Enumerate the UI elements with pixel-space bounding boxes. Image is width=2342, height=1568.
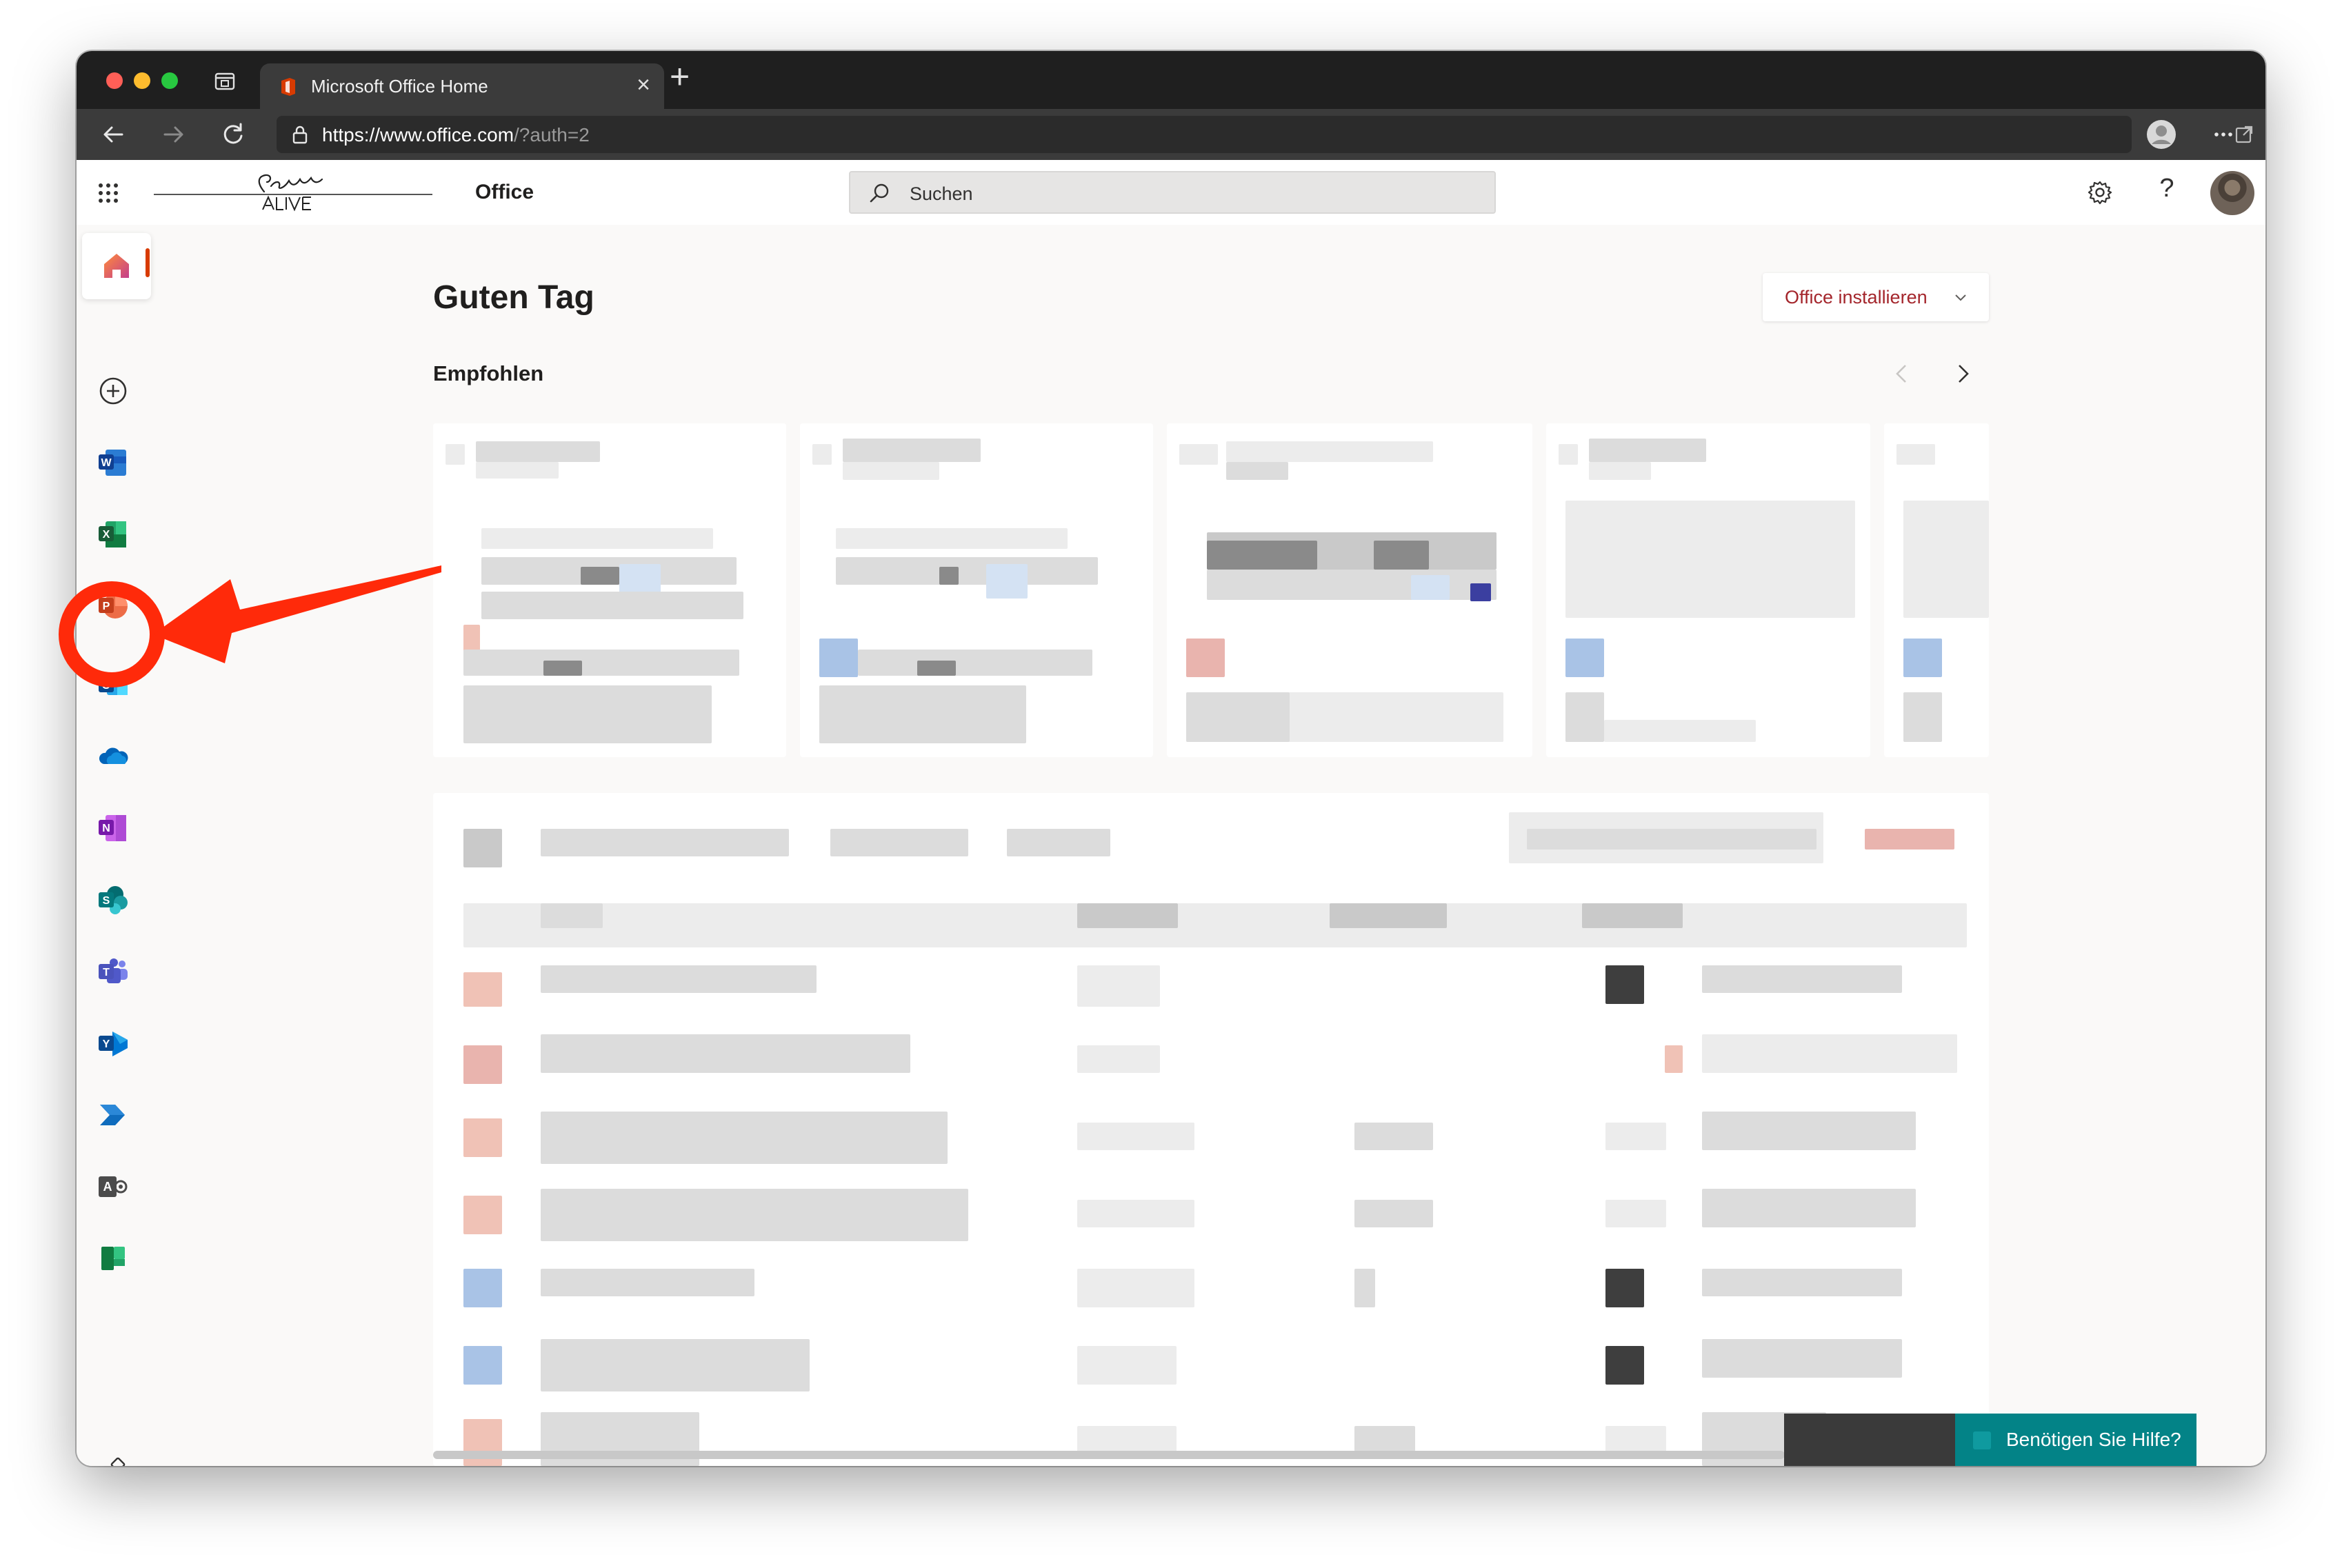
address-bar[interactable]: https://www.office.com/?auth=2 [277, 116, 2253, 153]
profile-icon[interactable] [2145, 119, 2177, 150]
close-window-button[interactable] [106, 72, 123, 89]
horizontal-scrollbar[interactable] [433, 1451, 1785, 1459]
recommended-card[interactable] [1546, 423, 1870, 757]
onenote-icon[interactable]: N [97, 812, 129, 844]
sharepoint-icon[interactable]: S [97, 884, 129, 916]
powerpoint-icon[interactable]: P [97, 590, 129, 622]
table-row[interactable] [433, 1332, 1989, 1401]
chevron-left-icon[interactable] [1890, 360, 1915, 388]
admin-icon[interactable]: A [97, 1171, 129, 1203]
tab-title: Microsoft Office Home [311, 76, 488, 97]
app-rail: W X P O N S T Y A [77, 225, 159, 1466]
need-help-button[interactable]: Benötigen Sie Hilfe? [1955, 1414, 2196, 1466]
office-favicon-icon [281, 78, 295, 96]
svg-text:S: S [103, 895, 110, 907]
planner-icon[interactable] [97, 1243, 129, 1274]
search-placeholder: Suchen [910, 183, 973, 204]
recommended-card[interactable] [800, 423, 1153, 757]
table-row[interactable] [433, 958, 1989, 1027]
create-icon[interactable] [97, 375, 129, 407]
greeting-title: Guten Tag [433, 279, 594, 316]
table-row[interactable] [433, 1259, 1989, 1328]
chat-icon [1973, 1431, 1991, 1449]
tab-actions-icon[interactable] [214, 70, 236, 92]
back-icon[interactable] [97, 119, 129, 150]
reload-icon[interactable] [217, 119, 249, 150]
app-launcher-icon[interactable] [97, 182, 119, 204]
active-indicator [146, 248, 150, 277]
onedrive-icon[interactable] [97, 741, 129, 772]
table-row[interactable] [433, 1032, 1989, 1100]
svg-text:N: N [102, 823, 110, 834]
table-row[interactable] [433, 1105, 1989, 1174]
recommended-card[interactable] [1884, 423, 1989, 757]
settings-gear-icon[interactable] [2085, 178, 2114, 207]
recommended-card[interactable] [1167, 423, 1532, 757]
office-brand-title[interactable]: Office [475, 181, 534, 204]
excel-icon[interactable]: X [97, 519, 129, 550]
install-office-button[interactable]: Office installieren [1763, 273, 1989, 321]
install-office-label: Office installieren [1785, 287, 1928, 308]
svg-text:X: X [103, 529, 110, 541]
new-tab-icon[interactable]: + [670, 59, 690, 94]
browser-toolbar: https://www.office.com/?auth=2 [77, 109, 2265, 160]
outlook-icon[interactable]: O [97, 669, 129, 701]
maximize-window-button[interactable] [161, 72, 178, 89]
chevron-down-icon [1955, 294, 1966, 301]
recommended-title: Empfohlen [433, 361, 544, 385]
svg-text:P: P [103, 601, 110, 612]
rail-home-button[interactable] [82, 233, 151, 299]
teams-icon[interactable]: T [97, 956, 129, 987]
browser-window: Microsoft Office Home × + https://www.of… [77, 51, 2265, 1466]
url-rest: /?auth=2 [514, 124, 590, 145]
svg-text:Y: Y [103, 1038, 110, 1050]
browser-tab[interactable]: Microsoft Office Home × [260, 63, 664, 109]
more-options-icon[interactable] [2208, 119, 2239, 150]
home-icon [104, 254, 129, 278]
svg-text:T: T [103, 967, 110, 978]
recent-files-list [433, 793, 1989, 1466]
lock-icon[interactable] [292, 125, 308, 144]
url-main: https://www.office.com [322, 124, 514, 145]
tab-strip: Microsoft Office Home × + [77, 51, 2265, 109]
help-question-icon[interactable]: ? [2152, 174, 2181, 203]
close-tab-icon[interactable]: × [637, 73, 650, 97]
url-text: https://www.office.com/?auth=2 [322, 124, 590, 146]
minimize-window-button[interactable] [134, 72, 150, 89]
all-apps-icon[interactable] [97, 1456, 129, 1466]
word-icon[interactable]: W [97, 447, 129, 479]
svg-text:A: A [103, 1180, 112, 1194]
table-row[interactable] [433, 1182, 1989, 1251]
svg-text:W: W [101, 457, 112, 469]
help-widget-blur [1784, 1414, 1955, 1466]
office-header: Office Suchen ? [77, 160, 2265, 225]
search-icon [870, 183, 889, 203]
forward-icon[interactable] [158, 119, 190, 150]
chevron-right-icon[interactable] [1951, 360, 1976, 388]
search-box[interactable]: Suchen [849, 171, 1496, 214]
user-avatar[interactable] [2210, 171, 2254, 215]
yammer-icon[interactable]: Y [97, 1027, 129, 1059]
svg-text:O: O [102, 680, 110, 692]
recommended-card[interactable] [433, 423, 786, 757]
need-help-label: Benötigen Sie Hilfe? [2006, 1429, 2181, 1450]
organization-logo[interactable] [154, 171, 432, 215]
power-automate-icon[interactable] [97, 1099, 129, 1131]
